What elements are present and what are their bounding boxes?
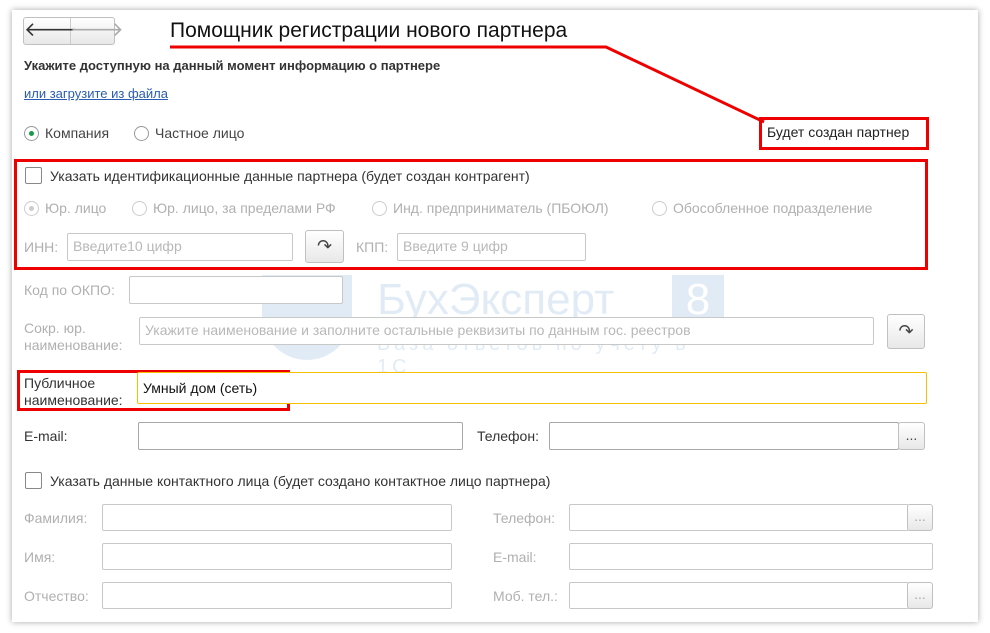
ident-checkbox-label: Указать идентификационные данные партнер… — [50, 168, 530, 184]
radio-kind-legal[interactable]: Юр. лицо — [24, 200, 106, 216]
contact-email-label: E-mail: — [493, 549, 537, 565]
load-from-file-link[interactable]: или загрузите из файла — [24, 86, 168, 101]
first-name-label: Имя: — [24, 549, 56, 565]
mobile-label: Моб. тел.: — [493, 588, 558, 604]
contact-checkbox[interactable] — [25, 472, 42, 489]
okpo-label: Код по ОКПО: — [24, 282, 115, 298]
contact-email-input[interactable] — [569, 543, 933, 570]
fill-by-registry-button[interactable]: ↷ — [887, 314, 925, 349]
inn-label: ИНН: — [24, 239, 59, 255]
fill-by-inn-button[interactable]: ↷ — [305, 230, 344, 263]
contact-phone-edit-button[interactable]: ... — [907, 504, 933, 531]
radio-icon — [652, 201, 667, 216]
middle-name-input[interactable] — [102, 582, 452, 609]
radio-icon — [134, 126, 149, 141]
radio-kind-ip[interactable]: Инд. предприниматель (ПБОЮЛ) — [372, 200, 609, 216]
contact-phone-label: Телефон: — [493, 510, 555, 526]
mobile-edit-button[interactable]: ... — [907, 582, 933, 609]
kpp-label: КПП: — [356, 239, 389, 255]
short-name-label: Сокр. юр. наименование: — [24, 320, 123, 353]
first-name-input[interactable] — [102, 543, 452, 570]
phone-label: Телефон: — [477, 428, 539, 444]
radio-selected-icon — [24, 201, 39, 216]
last-name-input[interactable] — [102, 504, 452, 531]
email-label: E-mail: — [24, 428, 68, 444]
ident-checkbox[interactable] — [25, 167, 42, 184]
radio-private-person[interactable]: Частное лицо — [134, 125, 244, 141]
short-name-input[interactable]: Укажите наименование и заполните остальн… — [139, 317, 874, 345]
radio-selected-icon — [24, 126, 39, 141]
email-input[interactable] — [138, 422, 463, 450]
contact-phone-input[interactable] — [569, 504, 909, 531]
subtitle: Укажите доступную на данный момент инфор… — [24, 58, 441, 73]
public-name-input[interactable]: Умный дом (сеть) — [137, 372, 927, 404]
contact-checkbox-label: Указать данные контактного лица (будет с… — [50, 473, 551, 489]
phone-edit-button[interactable]: ... — [898, 422, 925, 450]
inn-input[interactable]: Введите10 цифр — [67, 233, 293, 261]
kpp-input[interactable]: Введите 9 цифр — [397, 233, 586, 261]
last-name-label: Фамилия: — [24, 510, 88, 526]
radio-company[interactable]: Компания — [24, 125, 109, 141]
okpo-input[interactable] — [129, 276, 343, 304]
phone-input[interactable] — [549, 422, 899, 450]
mobile-input[interactable] — [569, 582, 909, 609]
radio-kind-branch[interactable]: Обособленное подразделение — [652, 200, 872, 216]
middle-name-label: Отчество: — [24, 588, 89, 604]
will-create-label: Будет создан партнер — [767, 124, 910, 140]
radio-kind-foreign[interactable]: Юр. лицо, за пределами РФ — [132, 200, 336, 216]
radio-icon — [132, 201, 147, 216]
public-name-label: Публичное наименование: — [24, 375, 123, 408]
radio-icon — [372, 201, 387, 216]
